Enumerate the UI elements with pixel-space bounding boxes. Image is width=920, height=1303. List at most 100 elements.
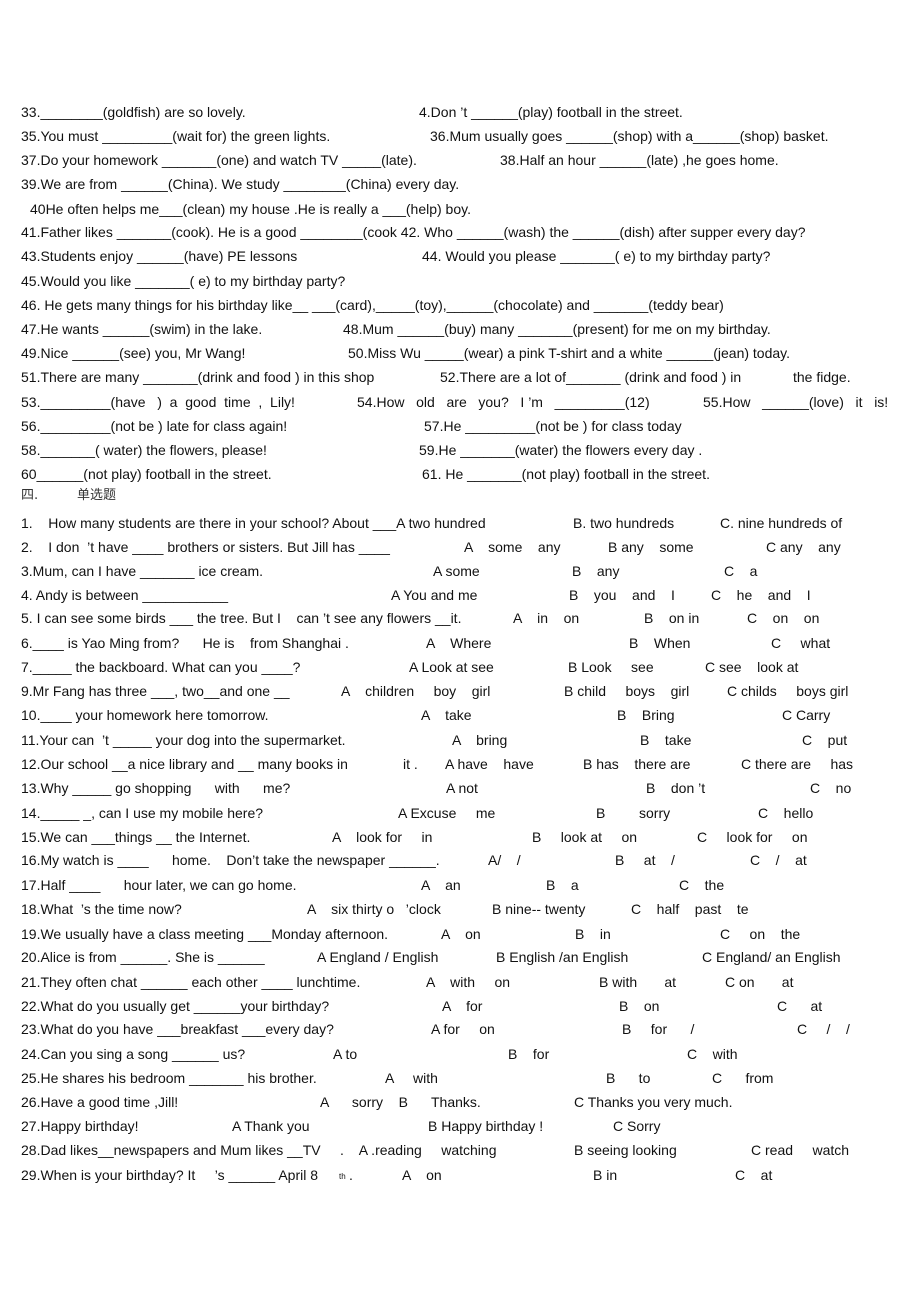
option-b: B bbox=[596, 805, 606, 821]
option-a: A with bbox=[385, 1070, 438, 1086]
option-a: A Thank you bbox=[232, 1118, 310, 1134]
option-b: B for / bbox=[622, 1021, 695, 1037]
option-b: B Happy birthday ! bbox=[428, 1118, 544, 1134]
mc-question-row: 24.Can you sing a song ______ us? A to B… bbox=[0, 1044, 920, 1064]
mc-question-row: 18.What ’s the time now? A six thirty o … bbox=[0, 899, 920, 919]
option-b: B look at on bbox=[532, 829, 638, 845]
option-b: B English /an English bbox=[496, 949, 629, 965]
option-a: A six thirty o ’clock bbox=[307, 901, 441, 917]
mc-question-row: 19.We usually have a class meeting ___Mo… bbox=[0, 924, 920, 944]
question-51-row: 51.There are many _______(drink and food… bbox=[0, 367, 920, 387]
option-c: C at bbox=[777, 998, 823, 1014]
mc-question-row: 20.Alice is from ______. She is ______ A… bbox=[0, 947, 920, 967]
question-45-row: 45.Would you like _______( e) to my birt… bbox=[0, 271, 920, 291]
question-48: 48.Mum ______(buy) many _______(present)… bbox=[343, 321, 771, 337]
mc-question-row: 23.What do you have ___breakfast ___ever… bbox=[0, 1019, 920, 1039]
mc-question-row: 3.Mum, can I have _______ ice cream. A s… bbox=[0, 561, 920, 581]
option-b: B Bring bbox=[617, 707, 675, 723]
option-a: A look for in bbox=[332, 829, 433, 845]
question-41-row: 41.Father likes _______(cook). He is a g… bbox=[0, 222, 920, 242]
question-61: 61. He _______(not play) football in the… bbox=[422, 466, 710, 482]
mc-question-12: 12.Our school __a nice library and __ ma… bbox=[21, 756, 348, 772]
mc-question-16: 16.My watch is ____ home. Don’t take the… bbox=[21, 852, 440, 868]
mc-question-9: 9.Mr Fang has three ___, two__and one __ bbox=[21, 683, 290, 699]
mc-question-14: 14._____ _, can I use my mobile here? bbox=[21, 805, 264, 821]
mc-question-29: 29.When is your birthday? It ’s ______ A… bbox=[21, 1167, 319, 1183]
option-b: B any bbox=[572, 563, 620, 579]
option-c: C look for on bbox=[697, 829, 808, 845]
option-c: C Carry bbox=[782, 707, 831, 723]
option-c: C on at bbox=[725, 974, 794, 990]
worksheet-page: 33.________(goldfish) are so lovely. 4.D… bbox=[0, 0, 920, 1303]
question-35-row: 35.You must _________(wait for) the gree… bbox=[0, 126, 920, 146]
mc-question-23: 23.What do you have ___breakfast ___ever… bbox=[21, 1021, 334, 1037]
mc-question-row: 27.Happy birthday! A Thank you B Happy b… bbox=[0, 1116, 920, 1136]
question-53-row: 53._________(have ) a good time , Lily! … bbox=[0, 392, 920, 412]
ordinal-suffix: th bbox=[339, 1172, 346, 1181]
question-55: 55.How ______(love) it is! bbox=[703, 394, 889, 410]
question-29-end: . bbox=[349, 1167, 353, 1183]
option-c: C see look at bbox=[705, 659, 799, 675]
section-title: 单选题 bbox=[77, 488, 117, 503]
question-33: 33.________(goldfish) are so lovely. bbox=[21, 104, 246, 120]
mc-question-row: 21.They often chat ______ each other ___… bbox=[0, 972, 920, 992]
option-c: C half past te bbox=[631, 901, 749, 917]
option-a: A have have bbox=[445, 756, 534, 772]
question-50: 50.Miss Wu _____(wear) a pink T-shirt an… bbox=[348, 345, 791, 361]
option-b: B in bbox=[575, 926, 611, 942]
mc-question-row: 22.What do you usually get ______your bi… bbox=[0, 996, 920, 1016]
question-57: 57.He _________(not be ) for class today bbox=[424, 418, 682, 434]
question-47-row: 47.He wants ______(swim) in the lake. 48… bbox=[0, 319, 920, 339]
mc-question-3: 3.Mum, can I have _______ ice cream. bbox=[21, 563, 264, 579]
option-c: C childs boys girl bbox=[727, 683, 849, 699]
option-b: B a bbox=[546, 877, 579, 893]
option-b: B don ’t bbox=[646, 780, 706, 796]
question-37: 37.Do your homework _______(one) and wat… bbox=[21, 152, 417, 168]
option-c: C there are has bbox=[741, 756, 854, 772]
question-33-row: 33.________(goldfish) are so lovely. 4.D… bbox=[0, 102, 920, 122]
option-c: C hello bbox=[758, 805, 814, 821]
option-c: C what bbox=[771, 635, 831, 651]
option-a: A some bbox=[433, 563, 480, 579]
option-c: C the bbox=[679, 877, 725, 893]
mc-question-row: 13.Why _____ go shopping with me? A not … bbox=[0, 778, 920, 798]
option-b: B When bbox=[629, 635, 691, 651]
option-c: C. nine hundreds of bbox=[720, 515, 843, 531]
option-c: C from bbox=[712, 1070, 774, 1086]
option-b: B for bbox=[508, 1046, 550, 1062]
question-56: 56._________(not be ) late for class aga… bbox=[21, 418, 288, 434]
option-a: A not bbox=[446, 780, 478, 796]
question-46: 46. He gets many things for his birthday… bbox=[21, 297, 724, 313]
question-12-end: it . bbox=[403, 756, 418, 772]
mc-question-6: 6.____ is Yao Ming from? He is from Shan… bbox=[21, 635, 349, 651]
section-number: 四. bbox=[21, 488, 39, 503]
mc-question-5: 5. I can see some birds ___ the tree. Bu… bbox=[21, 610, 462, 626]
option-b: B Look see bbox=[568, 659, 654, 675]
mc-question-row: 11.Your can ’t _____ your dog into the s… bbox=[0, 730, 920, 750]
question-39-row: 39.We are from ______(China). We study _… bbox=[0, 174, 920, 194]
mc-question-row: 25.He shares his bedroom _______ his bro… bbox=[0, 1068, 920, 1088]
option-c: C he and I bbox=[711, 587, 811, 603]
option-a: A England / English bbox=[317, 949, 439, 965]
option-a: A/ / bbox=[488, 852, 521, 868]
option-c: C put bbox=[802, 732, 848, 748]
mc-question-26: 26.Have a good time ,Jill! bbox=[21, 1094, 179, 1110]
mc-question-row: 10.____ your homework here tomorrow. A t… bbox=[0, 705, 920, 725]
mc-question-row: 1. How many students are there in your s… bbox=[0, 513, 920, 533]
mc-question-15: 15.We can ___things __ the Internet. bbox=[21, 829, 251, 845]
option-c: C read watch bbox=[751, 1142, 850, 1158]
option-a: A on bbox=[441, 926, 481, 942]
option-c: C / at bbox=[750, 852, 807, 868]
option-a: A with on bbox=[426, 974, 511, 990]
option-b: B nine-- twenty bbox=[492, 901, 586, 917]
question-44: 44. Would you please _______( e) to my b… bbox=[422, 248, 771, 264]
mc-question-11: 11.Your can ’t _____ your dog into the s… bbox=[21, 732, 346, 748]
option-c: C on on bbox=[747, 610, 820, 626]
question-40: 40He often helps me___(clean) my house .… bbox=[30, 201, 471, 217]
question-46-row: 46. He gets many things for his birthday… bbox=[0, 295, 920, 315]
option-c: C Thanks you very much. bbox=[574, 1094, 733, 1110]
mc-question-row: 16.My watch is ____ home. Don’t take the… bbox=[0, 850, 920, 870]
option-b: B on bbox=[619, 998, 660, 1014]
question-56-row: 56._________(not be ) late for class aga… bbox=[0, 416, 920, 436]
question-49: 49.Nice ______(see) you, Mr Wang! bbox=[21, 345, 246, 361]
